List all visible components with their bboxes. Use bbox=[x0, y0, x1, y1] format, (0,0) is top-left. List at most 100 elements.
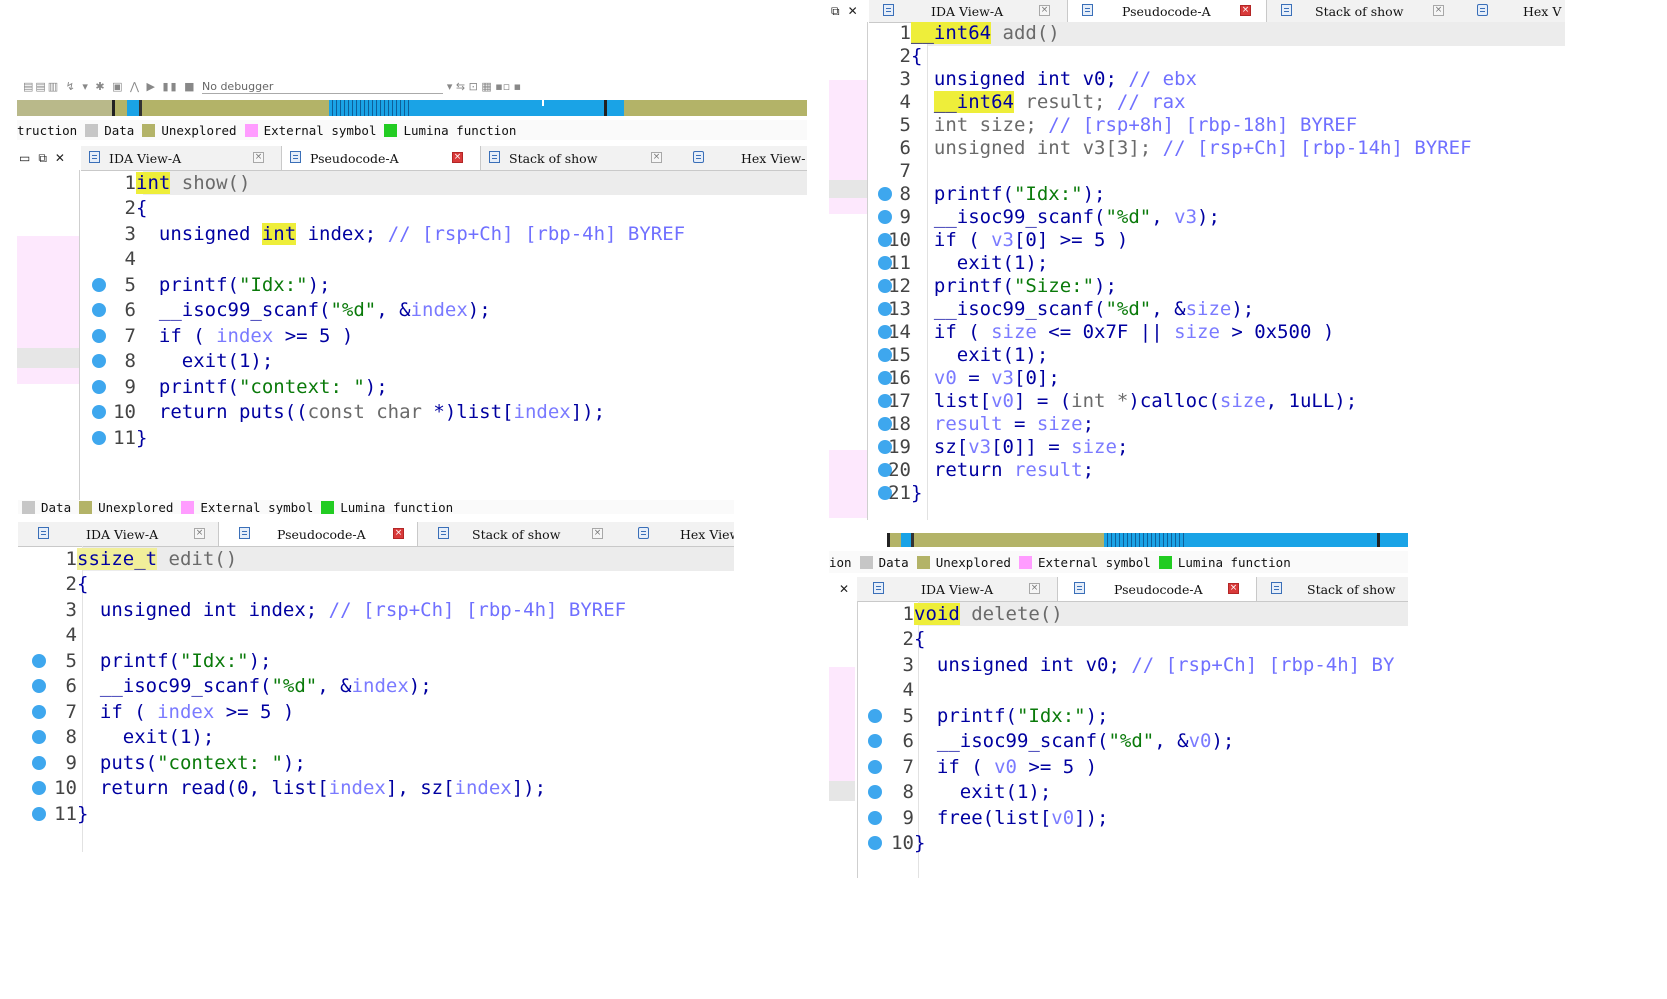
tab-close-icon[interactable]: × bbox=[651, 152, 662, 163]
tab-close-icon[interactable]: × bbox=[253, 152, 264, 163]
breakpoint-dot[interactable] bbox=[868, 709, 882, 723]
breakpoint-dot[interactable] bbox=[32, 730, 46, 744]
debugger-select[interactable]: No debugger bbox=[201, 80, 444, 94]
float-icon[interactable]: ⧉ bbox=[831, 4, 840, 19]
breakpoint-dot[interactable] bbox=[878, 302, 892, 316]
breakpoint-dot[interactable] bbox=[878, 417, 892, 431]
breakpoint-dot[interactable] bbox=[92, 380, 106, 394]
tab-close-icon[interactable]: × bbox=[452, 152, 463, 163]
tab-ida-view[interactable]: IDA View-A × bbox=[81, 146, 281, 170]
tab-stack[interactable]: Stack of show × bbox=[418, 522, 618, 546]
breakpoint-dot[interactable] bbox=[92, 405, 106, 419]
code-area-add[interactable]: 1__int64 add() 2{ 3 unsigned int v0; // … bbox=[869, 22, 1565, 512]
breakpoint-dot[interactable] bbox=[878, 486, 892, 500]
breakpoint-dot[interactable] bbox=[878, 187, 892, 201]
breakpoint-dot[interactable] bbox=[92, 329, 106, 343]
toolbar-icons[interactable]: ▤▤▥ ↯ ▾ ✱ ▣ ⋀ ▶ ▮▮ ■ bbox=[23, 80, 202, 93]
breakpoint-dot[interactable] bbox=[92, 431, 106, 445]
legend-bar: truction Data Unexplored External symbol… bbox=[17, 120, 807, 140]
tab-close-icon[interactable]: × bbox=[393, 528, 404, 539]
close-icon[interactable]: ✕ bbox=[839, 582, 849, 596]
function-name[interactable]: delete() bbox=[960, 603, 1063, 625]
legend-bar: ion Data Unexplored External symbol Lumi… bbox=[829, 551, 1408, 573]
stack-icon bbox=[1271, 582, 1282, 594]
legend-data-swatch bbox=[22, 500, 35, 514]
stack-icon bbox=[489, 151, 500, 163]
breakpoint-dot[interactable] bbox=[32, 781, 46, 795]
pseudocode-icon bbox=[1074, 582, 1085, 594]
legend-lumina-swatch bbox=[321, 500, 335, 514]
tab-label: IDA View-A bbox=[109, 150, 182, 166]
tab-close-icon[interactable]: × bbox=[1433, 5, 1444, 16]
breakpoint-dot[interactable] bbox=[92, 354, 106, 368]
breakpoint-dot[interactable] bbox=[878, 348, 892, 362]
breakpoint-dot[interactable] bbox=[868, 734, 882, 748]
return-type[interactable]: __int64 bbox=[911, 22, 992, 44]
tab-ida-view[interactable]: IDA View-A × bbox=[857, 577, 1057, 601]
breakpoint-dot[interactable] bbox=[878, 325, 892, 339]
navigation-band[interactable] bbox=[829, 533, 1408, 547]
legend-unexplored: Unexplored bbox=[161, 122, 237, 138]
tab-label: Hex View bbox=[680, 526, 734, 542]
tab-close-icon[interactable]: × bbox=[194, 528, 205, 539]
tab-close-icon[interactable]: × bbox=[1228, 583, 1239, 594]
breakpoint-dot[interactable] bbox=[32, 756, 46, 770]
tab-hex-view[interactable]: Hex View- bbox=[681, 146, 807, 170]
tab-label: Stack of show bbox=[472, 526, 561, 542]
restore-icon[interactable]: ▭ bbox=[19, 151, 30, 165]
hex-view-icon bbox=[693, 151, 704, 163]
function-name[interactable]: edit() bbox=[157, 548, 238, 570]
breakpoint-dot[interactable] bbox=[32, 705, 46, 719]
breakpoint-dot[interactable] bbox=[878, 440, 892, 454]
breakpoint-dot[interactable] bbox=[878, 256, 892, 270]
tab-close-icon[interactable]: × bbox=[1039, 5, 1050, 16]
function-name[interactable]: add() bbox=[991, 22, 1060, 44]
hex-view-icon bbox=[638, 527, 649, 539]
breakpoint-dot[interactable] bbox=[32, 807, 46, 821]
function-name[interactable]: show() bbox=[170, 172, 251, 194]
return-type[interactable]: ssize_t bbox=[77, 548, 158, 570]
tab-close-icon[interactable]: × bbox=[1240, 5, 1251, 16]
close-icon[interactable]: ✕ bbox=[848, 4, 858, 18]
tab-stack[interactable]: Stack of show × bbox=[481, 146, 681, 170]
tab-pseudocode[interactable]: Pseudocode-A × bbox=[281, 146, 481, 170]
breakpoint-dot[interactable] bbox=[868, 811, 882, 825]
breakpoint-dot[interactable] bbox=[868, 836, 882, 850]
breakpoint-dot[interactable] bbox=[878, 394, 892, 408]
breakpoint-dot[interactable] bbox=[92, 303, 106, 317]
breakpoint-dot[interactable] bbox=[878, 233, 892, 247]
breakpoint-dot[interactable] bbox=[878, 463, 892, 477]
tab-close-icon[interactable]: × bbox=[1029, 583, 1040, 594]
tab-pseudocode[interactable]: Pseudocode-A × bbox=[218, 522, 418, 546]
code-area-show[interactable]: 1int show() 2{ 3 unsigned int index; // … bbox=[81, 172, 807, 462]
code-area-delete[interactable]: 1void delete() 2{ 3 unsigned int v0; // … bbox=[859, 603, 1408, 873]
navigation-band[interactable] bbox=[17, 100, 807, 116]
tab-hex-view[interactable]: Hex View bbox=[618, 522, 734, 546]
tab-close-icon[interactable]: × bbox=[592, 528, 603, 539]
breakpoint-dot[interactable] bbox=[868, 760, 882, 774]
breakpoint-dot[interactable] bbox=[878, 279, 892, 293]
tab-stack[interactable]: Stack of show × bbox=[1267, 0, 1467, 22]
return-type[interactable]: void bbox=[914, 603, 960, 625]
edit-panel: Data Unexplored External symbol Lumina f… bbox=[18, 500, 734, 852]
breakpoint-dot[interactable] bbox=[32, 679, 46, 693]
tab-hex-view[interactable]: Hex V bbox=[1467, 0, 1565, 22]
tab-pseudocode[interactable]: Pseudocode-A × bbox=[1067, 0, 1267, 22]
tab-pseudocode[interactable]: Pseudocode-A × bbox=[1057, 577, 1257, 601]
legend-external-swatch bbox=[244, 123, 258, 137]
pseudocode-icon bbox=[1082, 4, 1093, 16]
float-icon[interactable]: ⧉ bbox=[38, 151, 47, 166]
code-area-edit[interactable]: 1ssize_t edit() 2{ 3 unsigned int index;… bbox=[18, 548, 734, 838]
breakpoint-dot[interactable] bbox=[878, 210, 892, 224]
breakpoint-dot[interactable] bbox=[868, 785, 882, 799]
breakpoint-dot[interactable] bbox=[878, 371, 892, 385]
tab-stack[interactable]: Stack of show bbox=[1257, 577, 1408, 601]
close-icon[interactable]: ✕ bbox=[55, 151, 65, 165]
return-type[interactable]: int bbox=[136, 172, 171, 194]
breakpoint-dot[interactable] bbox=[92, 278, 106, 292]
tab-ida-view[interactable]: IDA View-A × bbox=[18, 522, 218, 546]
tab-ida-view[interactable]: IDA View-A × bbox=[869, 0, 1067, 22]
tab-label: Pseudocode-A bbox=[1114, 581, 1203, 597]
breakpoint-dot[interactable] bbox=[32, 654, 46, 668]
gutter-current-line bbox=[829, 781, 855, 801]
